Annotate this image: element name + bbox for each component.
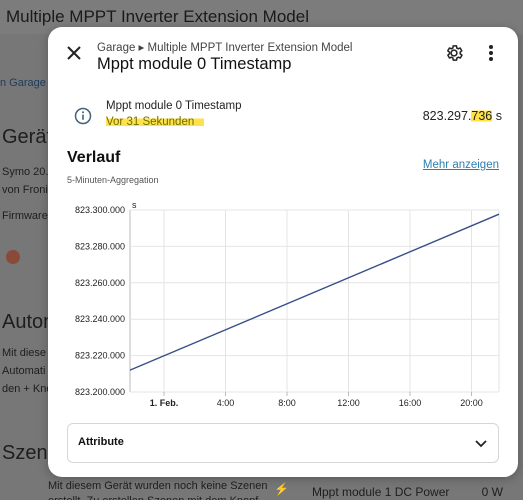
background-breadcrumb[interactable]: n Garage: [0, 77, 46, 89]
automations-text-1: Mit diese: [2, 347, 47, 359]
attributes-label: Attribute: [78, 436, 124, 448]
x-tick-label: 16:00: [399, 398, 422, 408]
attributes-expander[interactable]: Attribute: [67, 423, 499, 463]
scenes-text-2: erstellt. Zu erstellen Szenen mit dem Kn…: [48, 492, 258, 500]
x-tick-label: 8:00: [278, 398, 296, 408]
y-axis-label: s: [132, 200, 137, 210]
state-value-main: 823.297.: [422, 109, 472, 123]
device-logo-icon: [6, 250, 20, 264]
dialog-title: Mppt module 0 Timestamp: [97, 55, 292, 73]
state-value-tail: 736: [471, 109, 493, 123]
x-tick-label: 1. Feb.: [150, 398, 179, 408]
chevron-down-icon: [475, 440, 487, 448]
x-tick-label: 4:00: [217, 398, 235, 408]
y-tick-label: 823.240.000: [75, 314, 125, 324]
device-line1: Symo 20.: [2, 166, 49, 178]
power-icon: ⚡: [274, 482, 289, 496]
automations-text-3: den + Kno: [2, 383, 53, 395]
gear-icon: [447, 45, 463, 61]
bottom-entity-row[interactable]: ⚡ Mppt module 1 DC Power 0 W: [260, 480, 523, 500]
x-tick-label: 20:00: [460, 398, 483, 408]
show-more-link[interactable]: Mehr anzeigen: [423, 159, 499, 171]
automations-text-2: Automati: [2, 365, 46, 377]
more-options-button[interactable]: [479, 41, 503, 65]
close-button[interactable]: [59, 38, 89, 68]
entity-dialog: Garage ▸ Multiple MPPT Inverter Extensio…: [48, 27, 518, 477]
devices-heading: Gerät: [2, 126, 53, 148]
y-tick-label: 823.280.000: [75, 241, 125, 251]
y-tick-label: 823.220.000: [75, 351, 125, 361]
aggregation-label: 5-Minuten-Aggregation: [67, 175, 159, 185]
y-tick-label: 823.300.000: [75, 205, 125, 215]
close-icon: [67, 46, 81, 60]
settings-button[interactable]: [442, 41, 466, 65]
history-chart[interactable]: 823.200.000 823.220.000 823.240.000 823.260…: [48, 197, 518, 417]
bottom-entity-name: Mppt module 1 DC Power: [312, 485, 450, 499]
more-vert-icon: [489, 45, 493, 61]
y-tick-label: 823.200.000: [75, 387, 125, 397]
state-unit: s: [495, 109, 502, 123]
dialog-breadcrumb[interactable]: Garage ▸ Multiple MPPT Inverter Extensio…: [97, 40, 352, 54]
x-tick-label: 12:00: [337, 398, 360, 408]
device-line2: von Froni: [2, 184, 48, 196]
y-tick-label: 823.260.000: [75, 278, 125, 288]
series-line: [129, 213, 500, 371]
state-name: Mppt module 0 Timestamp: [106, 100, 242, 112]
info-icon: [74, 107, 92, 125]
state-row: Mppt module 0 Timestamp Vor 31 Sekunden …: [74, 99, 504, 139]
last-changed: Vor 31 Sekunden: [106, 116, 205, 128]
state-value: 823.297.736 s: [423, 109, 502, 123]
firmware-label: Firmware: [2, 210, 48, 222]
bottom-entity-value: 0 W: [481, 485, 503, 499]
history-title: Verlauf: [67, 149, 121, 166]
